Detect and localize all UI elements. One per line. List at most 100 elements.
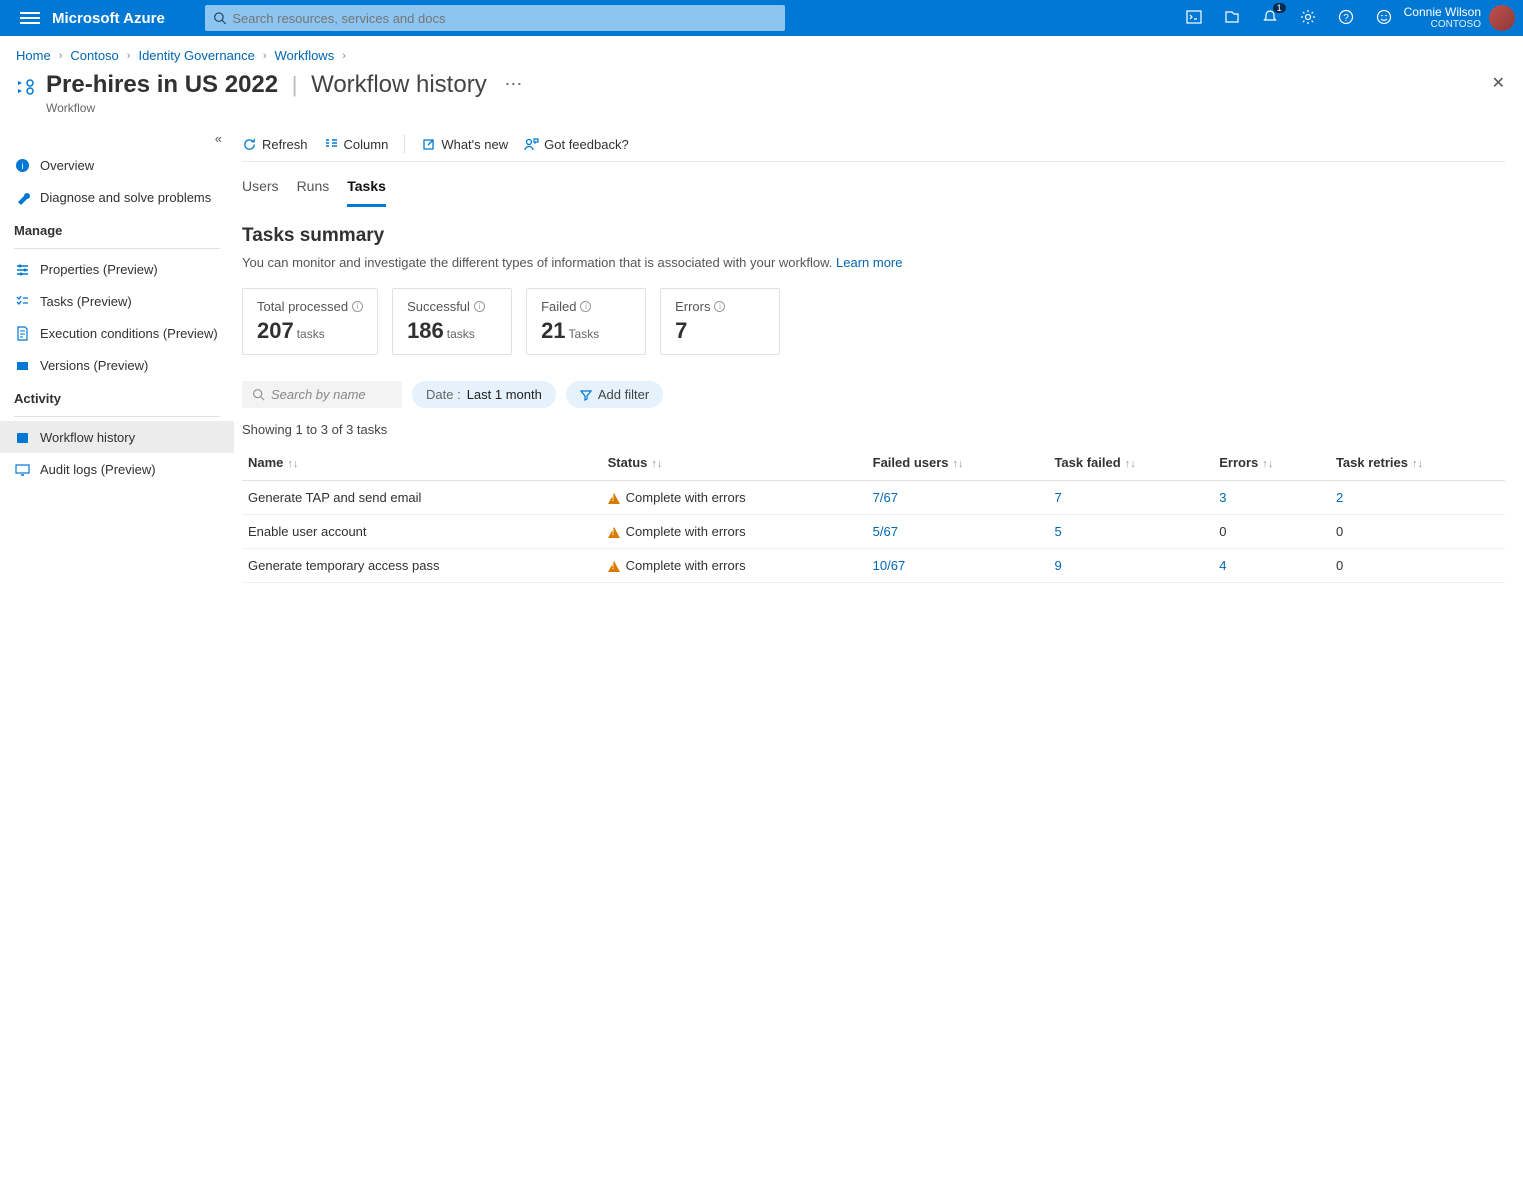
crumb-home[interactable]: Home: [16, 48, 51, 63]
refresh-icon: [242, 137, 257, 152]
table-row[interactable]: Generate temporary access passComplete w…: [242, 549, 1505, 583]
sidebar-item-properties[interactable]: Properties (Preview): [0, 253, 234, 285]
sort-icon: ↑↓: [953, 458, 964, 470]
sidebar-item-diagnose[interactable]: Diagnose and solve problems: [0, 181, 234, 213]
sidebar-item-label: Workflow history: [40, 430, 135, 445]
date-filter-pill[interactable]: Date : Last 1 month: [412, 381, 556, 408]
external-link-icon: [421, 137, 436, 152]
summary-description: You can monitor and investigate the diff…: [242, 255, 1505, 270]
name-search[interactable]: Search by name: [242, 381, 402, 408]
title-divider: |: [292, 72, 298, 97]
crumb-workflows[interactable]: Workflows: [274, 48, 334, 63]
document-icon: [14, 325, 30, 341]
global-search[interactable]: [205, 5, 785, 31]
card-errors[interactable]: Errors i 7: [660, 288, 780, 355]
crumb-identity-governance[interactable]: Identity Governance: [138, 48, 254, 63]
card-successful[interactable]: Successful i 186tasks: [392, 288, 512, 355]
errors-link[interactable]: 3: [1219, 490, 1226, 505]
hamburger-menu-icon[interactable]: [20, 8, 40, 28]
col-task-failed[interactable]: Task failed↑↓: [1048, 445, 1213, 481]
failed-users-link[interactable]: 7/67: [873, 490, 898, 505]
cell-retries: 0: [1330, 549, 1505, 583]
cell-task-failed: 5: [1048, 515, 1213, 549]
feedback-smile-icon[interactable]: [1376, 9, 1392, 28]
sidebar-item-execution-conditions[interactable]: Execution conditions (Preview): [0, 317, 234, 349]
table-row[interactable]: Generate TAP and send emailComplete with…: [242, 481, 1505, 515]
chevron-right-icon: ›: [127, 50, 131, 62]
sidebar-item-audit-logs[interactable]: Audit logs (Preview): [0, 453, 234, 485]
notifications-icon[interactable]: 1: [1262, 9, 1278, 28]
directory-icon[interactable]: [1224, 9, 1240, 28]
sort-icon: ↑↓: [287, 458, 298, 470]
divider: [404, 135, 405, 153]
task-failed-link[interactable]: 5: [1054, 524, 1061, 539]
crumb-contoso[interactable]: Contoso: [70, 48, 118, 63]
tab-users[interactable]: Users: [242, 172, 279, 207]
cell-status: Complete with errors: [602, 549, 867, 583]
filter-row: Search by name Date : Last 1 month Add f…: [242, 381, 1505, 408]
sort-icon: ↑↓: [651, 458, 662, 470]
cell-errors: 3: [1213, 481, 1330, 515]
section-title: Workflow history: [311, 71, 487, 98]
failed-users-link[interactable]: 10/67: [873, 558, 906, 573]
col-task-retries[interactable]: Task retries↑↓: [1330, 445, 1505, 481]
table-row[interactable]: Enable user accountComplete with errors 5…: [242, 515, 1505, 549]
info-icon: i: [474, 301, 485, 312]
add-filter-button[interactable]: Add filter: [566, 381, 663, 408]
sidebar-item-workflow-history[interactable]: Workflow history: [0, 421, 234, 453]
sidebar: « i Overview Diagnose and solve problems…: [0, 127, 234, 583]
sidebar-item-label: Versions (Preview): [40, 358, 148, 373]
col-failed-users[interactable]: Failed users↑↓: [867, 445, 1049, 481]
col-name[interactable]: Name↑↓: [242, 445, 602, 481]
warning-icon: [608, 493, 620, 504]
cell-failed-users: 10/67: [867, 549, 1049, 583]
task-failed-link[interactable]: 7: [1054, 490, 1061, 505]
cell-task-failed: 9: [1048, 549, 1213, 583]
sidebar-item-overview[interactable]: i Overview: [0, 149, 234, 181]
person-feedback-icon: [524, 137, 539, 152]
column-button[interactable]: Column: [324, 137, 389, 152]
page-subtitle: Workflow: [46, 101, 524, 115]
monitor-icon: [14, 461, 30, 477]
col-status[interactable]: Status↑↓: [602, 445, 867, 481]
tab-runs[interactable]: Runs: [297, 172, 330, 207]
cell-status: Complete with errors: [602, 515, 867, 549]
refresh-button[interactable]: Refresh: [242, 137, 308, 152]
sort-icon: ↑↓: [1125, 458, 1136, 470]
card-total-processed[interactable]: Total processed i 207tasks: [242, 288, 378, 355]
collapse-sidebar-icon[interactable]: «: [215, 131, 222, 146]
settings-gear-icon[interactable]: [1300, 9, 1316, 28]
cell-retries: 2: [1330, 481, 1505, 515]
card-failed[interactable]: Failed i 21Tasks: [526, 288, 646, 355]
user-block[interactable]: Connie Wilson CONTOSO: [1404, 6, 1481, 30]
retries-link[interactable]: 2: [1336, 490, 1343, 505]
learn-more-link[interactable]: Learn more: [836, 255, 902, 270]
cell-name: Enable user account: [242, 515, 602, 549]
failed-users-link[interactable]: 5/67: [873, 524, 898, 539]
global-search-input[interactable]: [232, 11, 776, 26]
cloud-shell-icon[interactable]: [1186, 9, 1202, 28]
help-icon[interactable]: ?: [1338, 9, 1354, 28]
breadcrumb: Home › Contoso › Identity Governance › Work…: [0, 36, 1523, 71]
sidebar-item-label: Properties (Preview): [40, 262, 158, 277]
sidebar-item-label: Diagnose and solve problems: [40, 190, 211, 205]
search-icon: [213, 11, 227, 25]
tab-tasks[interactable]: Tasks: [347, 172, 386, 207]
task-failed-link[interactable]: 9: [1054, 558, 1061, 573]
whats-new-button[interactable]: What's new: [421, 137, 508, 152]
sidebar-item-tasks[interactable]: Tasks (Preview): [0, 285, 234, 317]
cell-task-failed: 7: [1048, 481, 1213, 515]
sidebar-item-versions[interactable]: Versions (Preview): [0, 349, 234, 381]
feedback-button[interactable]: Got feedback?: [524, 137, 629, 152]
col-errors[interactable]: Errors↑↓: [1213, 445, 1330, 481]
chevron-right-icon: ›: [263, 50, 267, 62]
chevron-right-icon: ›: [59, 50, 63, 62]
sort-icon: ↑↓: [1262, 458, 1273, 470]
brand[interactable]: Microsoft Azure: [52, 10, 165, 27]
warning-icon: [608, 561, 620, 572]
errors-link[interactable]: 4: [1219, 558, 1226, 573]
avatar[interactable]: [1489, 5, 1515, 31]
sidebar-item-label: Execution conditions (Preview): [40, 326, 218, 341]
more-actions-icon[interactable]: ⋯: [504, 74, 524, 94]
close-icon[interactable]: ✕: [1492, 73, 1505, 93]
